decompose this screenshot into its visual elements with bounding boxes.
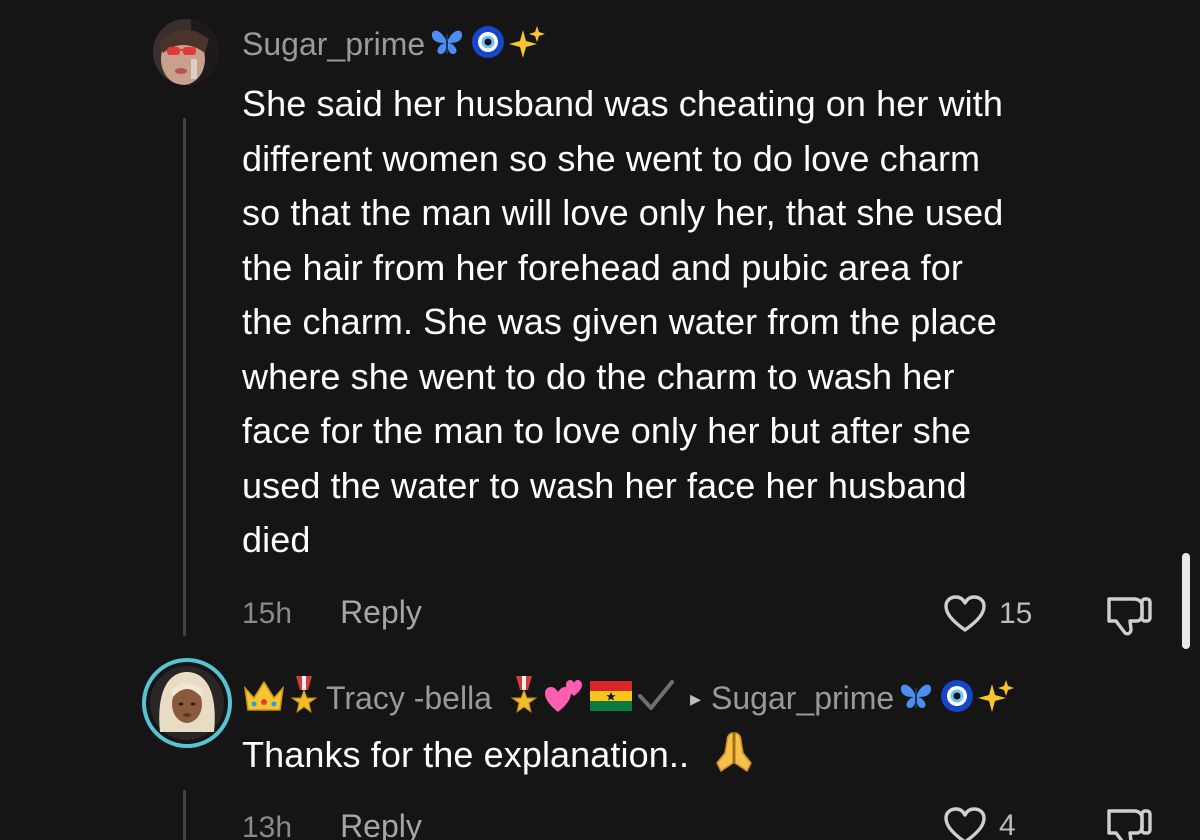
comment-text-line: used the water to wash her face her husb… [242, 464, 967, 506]
comment-text-line: the charm. She was given water from the … [242, 301, 997, 342]
like-count: 4 [999, 809, 1016, 840]
folded-hands-icon [711, 729, 757, 782]
comments-screen: Sugar_prime She said her husband was che… [0, 0, 1200, 840]
reply-to-arrow-icon: ▸ [689, 685, 702, 711]
reply-meta-row: 13h Reply [242, 808, 422, 840]
username-sugar-prime[interactable]: Sugar_prime [242, 26, 425, 63]
crown-icon [242, 678, 286, 719]
thumbs-down-icon [1107, 809, 1152, 840]
comment-text-line: different women so she went to do love c… [242, 137, 981, 179]
username-tracy-bella[interactable]: Tracy -bella [326, 680, 492, 717]
comment-meta-row: 15h Reply [242, 594, 422, 631]
reply-text: Thanks for the explanation.. [242, 728, 1172, 783]
dislike-button[interactable] [1104, 807, 1154, 840]
commenter-avatar-sugar-prime[interactable] [153, 19, 219, 85]
nazar-amulet-icon [940, 679, 974, 718]
check-mark-icon [636, 678, 676, 719]
like-button[interactable]: 15 [943, 594, 1032, 634]
thread-line [183, 118, 186, 636]
comment-text: She said her husband was cheating on her… [242, 77, 1172, 568]
avatar-photo-icon [150, 666, 224, 740]
heart-icon [944, 807, 986, 840]
thread-line [183, 790, 186, 840]
commenter-avatar-tracy-bella[interactable] [142, 658, 232, 748]
butterfly-icon [898, 680, 934, 717]
reply-username-row: Tracy -bella ▸ Sugar_prime [242, 676, 1015, 721]
nazar-amulet-icon [471, 25, 505, 64]
dislike-button[interactable] [1104, 595, 1154, 642]
heart-icon [944, 595, 986, 632]
reply-timestamp: 13h [242, 811, 293, 840]
like-count: 15 [999, 597, 1033, 630]
comment-timestamp: 15h [242, 597, 293, 630]
military-medal-icon [290, 676, 318, 721]
avatar-photo-icon [153, 19, 219, 85]
two-hearts-icon [544, 678, 584, 719]
comment-text-line: so that the man will love only her, that… [242, 192, 1004, 233]
scrollbar[interactable] [1182, 553, 1190, 649]
ghana-flag-icon [589, 681, 632, 716]
butterfly-icon [429, 26, 465, 63]
comment-text-line: where she went to do the charm to wash h… [242, 355, 955, 397]
comment-text-line: the hair from her forehead and pubic are… [242, 246, 963, 288]
sparkles-icon [978, 678, 1015, 719]
reply-to-username[interactable]: Sugar_prime [711, 680, 894, 717]
reply-button[interactable]: Reply [340, 594, 422, 631]
comment-text-line: died [242, 519, 311, 560]
reply-text-content: Thanks for the explanation.. [242, 734, 690, 775]
reply-button[interactable]: Reply [340, 808, 422, 840]
sparkles-icon [509, 24, 546, 65]
comment-username-row: Sugar_prime [242, 24, 546, 65]
like-button[interactable]: 4 [943, 806, 1016, 840]
military-medal-icon [510, 676, 538, 721]
comment-text-line: face for the man to love only her but af… [242, 410, 972, 451]
thumbs-down-icon [1107, 597, 1152, 636]
comment-text-line: She said her husband was cheating on her… [242, 83, 1003, 124]
